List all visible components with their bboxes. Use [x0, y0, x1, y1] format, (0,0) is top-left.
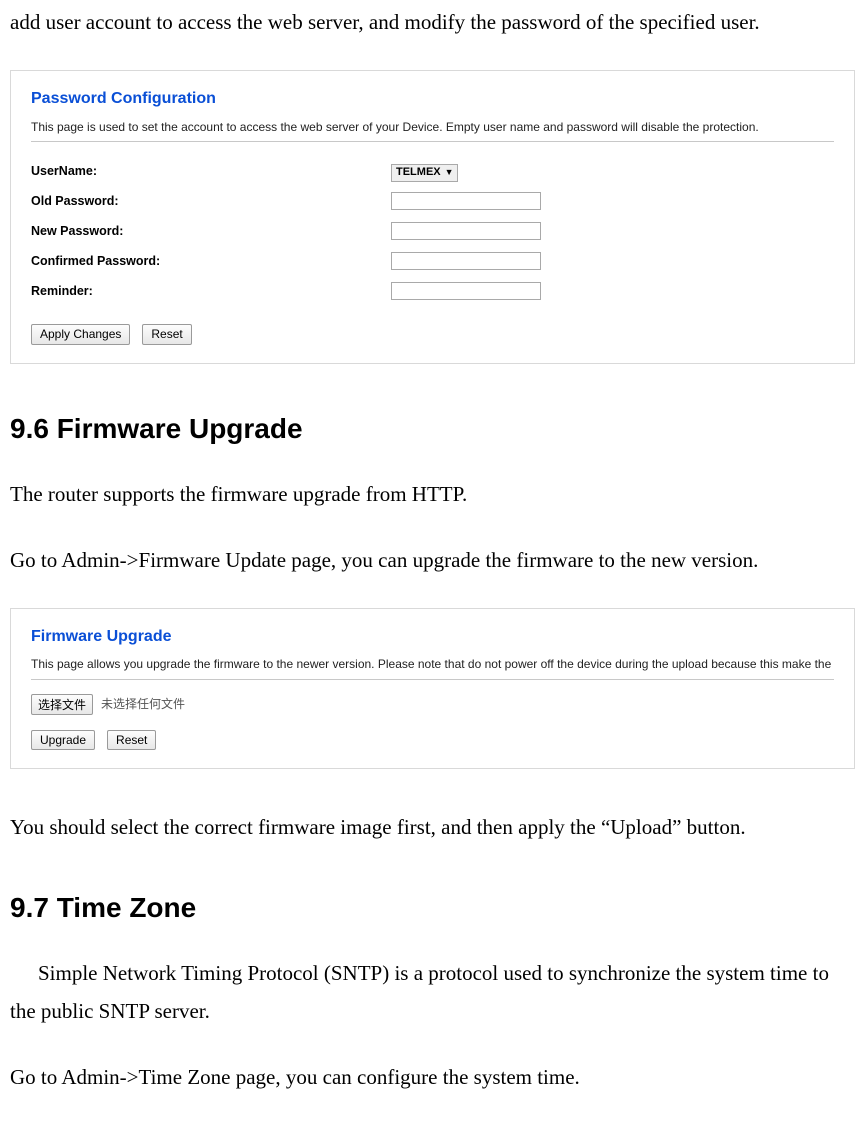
new-password-input[interactable] [391, 222, 541, 240]
reminder-input[interactable] [391, 282, 541, 300]
choose-file-button[interactable]: 选择文件 [31, 694, 93, 715]
chevron-down-icon: ▼ [445, 168, 454, 177]
confirmed-password-input[interactable] [391, 252, 541, 270]
confirmed-password-label: Confirmed Password: [31, 250, 391, 273]
old-password-input[interactable] [391, 192, 541, 210]
old-password-label: Old Password: [31, 190, 391, 213]
upgrade-button[interactable]: Upgrade [31, 730, 95, 750]
firmware-upgrade-note: You should select the correct firmware i… [10, 809, 855, 847]
time-zone-p2: Go to Admin->Time Zone page, you can con… [10, 1059, 855, 1097]
password-config-title: Password Configuration [31, 85, 834, 114]
time-zone-p1: Simple Network Timing Protocol (SNTP) is… [10, 955, 855, 1031]
time-zone-heading: 9.7 Time Zone [10, 883, 855, 933]
reset-button[interactable]: Reset [142, 324, 191, 344]
reminder-label: Reminder: [31, 280, 391, 303]
firmware-upgrade-description: This page allows you upgrade the firmwar… [31, 657, 834, 673]
intro-text: add user account to access the web serve… [10, 4, 855, 42]
apply-changes-button[interactable]: Apply Changes [31, 324, 130, 344]
new-password-label: New Password: [31, 220, 391, 243]
divider [31, 679, 834, 680]
firmware-upgrade-p2: Go to Admin->Firmware Update page, you c… [10, 542, 855, 580]
divider [31, 141, 834, 142]
firmware-upgrade-title: Firmware Upgrade [31, 623, 834, 652]
firmware-upgrade-p1: The router supports the firmware upgrade… [10, 476, 855, 514]
username-select-value: TELMEX [396, 163, 441, 183]
firmware-upgrade-panel: Firmware Upgrade This page allows you up… [10, 608, 855, 769]
file-status-text: 未选择任何文件 [101, 694, 185, 716]
password-config-description: This page is used to set the account to … [31, 120, 834, 136]
firmware-reset-button[interactable]: Reset [107, 730, 156, 750]
password-config-panel: Password Configuration This page is used… [10, 70, 855, 364]
username-select[interactable]: TELMEX ▼ [391, 164, 458, 182]
username-label: UserName: [31, 160, 391, 183]
firmware-upgrade-heading: 9.6 Firmware Upgrade [10, 404, 855, 454]
